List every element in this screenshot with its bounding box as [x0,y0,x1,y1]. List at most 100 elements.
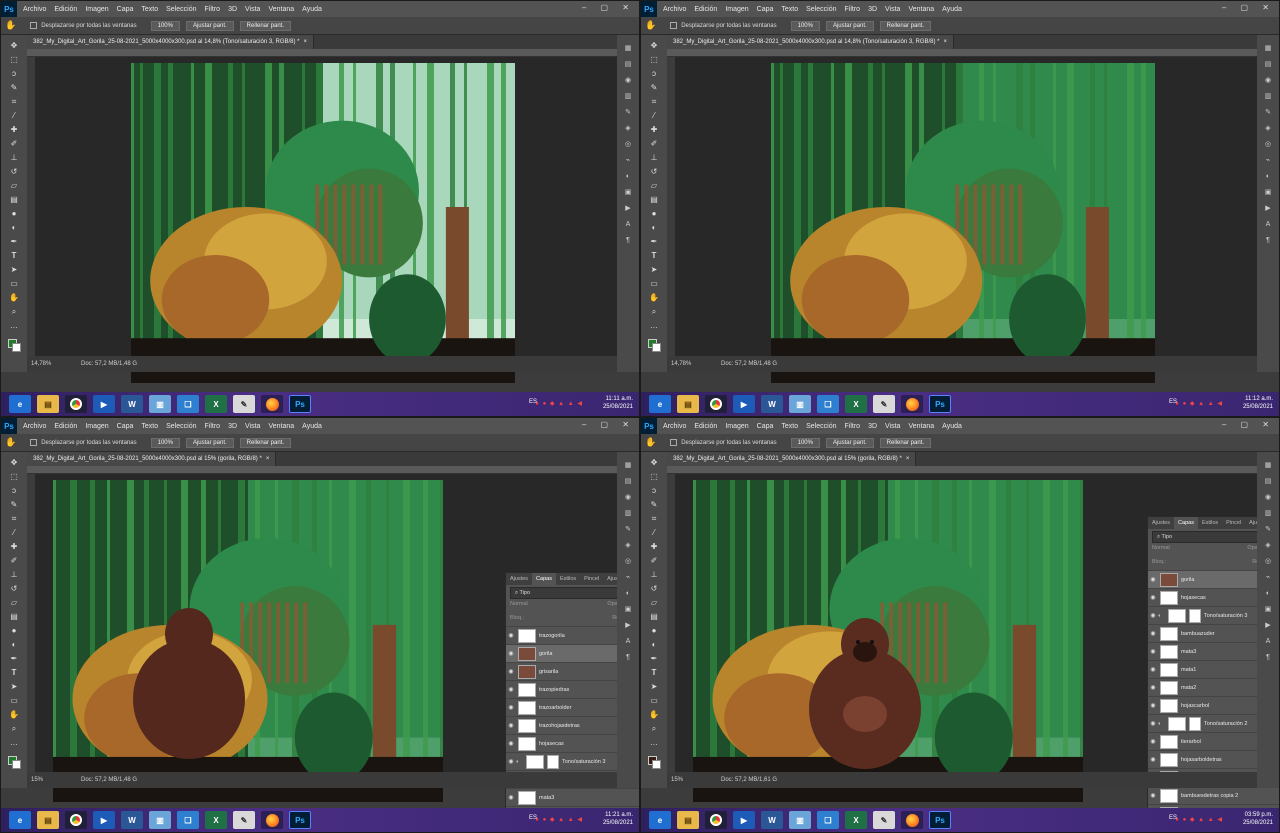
eraser-tool-icon[interactable]: ▱ [8,181,20,191]
window-controls[interactable]: – ▢ ✕ [1222,420,1275,429]
menu-item[interactable]: Capa [757,423,774,430]
menu-item[interactable]: Ventana [908,6,934,13]
gradient-tool-icon[interactable]: ▤ [648,195,660,205]
layer-mask-thumbnail[interactable] [1189,608,1201,623]
lasso-tool-icon[interactable]: ↄ [648,69,660,79]
fill-screen-button[interactable]: Rellenar pant. [879,20,932,31]
zoom-tool-icon[interactable]: ⌕ [648,307,660,317]
menu-item[interactable]: Imagen [725,6,748,13]
zoom-tool-icon[interactable]: ⌕ [8,307,20,317]
zoom-100-button[interactable]: 100% [150,20,180,31]
firefox-icon[interactable] [261,395,283,413]
character-panel-icon[interactable]: A [623,221,633,229]
blur-tool-icon[interactable]: ● [8,626,20,636]
background-color[interactable] [652,760,661,769]
shape-tool-icon[interactable]: ▭ [8,279,20,289]
marquee-tool-icon[interactable]: ⬚ [8,472,20,482]
hand-tool-icon[interactable]: ✋ [645,437,656,448]
visibility-eye-icon[interactable]: ◉ [1148,594,1158,601]
background-color[interactable] [12,760,21,769]
menu-item[interactable]: 3D [228,6,237,13]
close-tab-icon[interactable]: × [944,39,948,45]
menu-item[interactable]: Texto [781,6,798,13]
hand-tool-icon[interactable]: ✋ [5,437,16,448]
scroll-all-checkbox[interactable] [670,22,678,29]
quick-select-tool-icon[interactable]: ✎ [8,83,20,93]
excel-icon[interactable]: X [845,395,867,413]
paint-icon[interactable]: ✎ [233,395,255,413]
zoom-tool-icon[interactable]: ⌕ [648,724,660,734]
tab-ajustes[interactable]: Ajustes [1148,517,1174,529]
shape-tool-icon[interactable]: ▭ [648,696,660,706]
book-icon[interactable]: ❑ [817,811,839,829]
visibility-eye-icon[interactable]: ◉ [506,794,516,801]
firefox-icon[interactable] [261,811,283,829]
file-explorer-icon[interactable]: ▤ [37,395,59,413]
document-canvas[interactable] [771,63,1155,383]
move-tool-icon[interactable]: ✥ [648,41,660,51]
tab-capas[interactable]: Capas [1174,517,1198,529]
canvas-workspace[interactable]: AjustesCapasEstilosPincelAjustes p⌕ Tipo… [675,474,1279,832]
path-select-icon[interactable]: ➤ [648,265,660,275]
eyedropper-tool-icon[interactable]: ⁄ [648,528,660,538]
history-brush-icon[interactable]: ↺ [648,167,660,177]
excel-icon[interactable]: X [205,395,227,413]
zoom-100-button[interactable]: 100% [790,437,820,448]
visibility-eye-icon[interactable]: ◉ [506,704,516,711]
eyedropper-tool-icon[interactable]: ⁄ [8,111,20,121]
visibility-eye-icon[interactable]: ◉ [506,668,516,675]
fit-screen-button[interactable]: Ajustar pant. [185,437,234,448]
properties-panel-icon[interactable]: ▤ [623,61,633,69]
quick-select-tool-icon[interactable]: ✎ [648,83,660,93]
paths-panel-icon[interactable]: ⌁ [1263,574,1273,582]
paint-icon[interactable]: ✎ [233,811,255,829]
dodge-tool-icon[interactable]: ◐ [8,640,20,650]
history-brush-icon[interactable]: ↺ [8,584,20,594]
gradient-tool-icon[interactable]: ▤ [8,612,20,622]
brush-panel-icon[interactable]: ✎ [1263,526,1273,534]
paint-icon[interactable]: ✎ [873,395,895,413]
layers-panel-icon[interactable]: ◈ [623,542,633,550]
menu-item[interactable]: Archivo [23,423,46,430]
visibility-eye-icon[interactable]: ◉ [1148,702,1158,709]
paragraph-panel-icon[interactable]: ¶ [623,654,633,662]
menu-item[interactable]: Vista [885,423,900,430]
healing-tool-icon[interactable]: ✚ [8,542,20,552]
visibility-eye-icon[interactable]: ◉ [506,758,516,765]
menu-item[interactable]: Filtro [205,423,221,430]
window-controls[interactable]: – ▢ ✕ [582,3,635,12]
adjustments-panel-icon[interactable]: ◐ [623,173,633,181]
stamp-tool-icon[interactable]: ⊥ [648,570,660,580]
brush-panel-icon[interactable]: ✎ [623,526,633,534]
photoshop-taskbar-icon[interactable]: Ps [929,811,951,829]
word-icon[interactable]: W [121,811,143,829]
brush-tool-icon[interactable]: ✐ [648,139,660,149]
zoom-level[interactable]: 15% [31,777,61,783]
canvas-workspace[interactable] [675,57,1257,383]
swatches-panel-icon[interactable]: ▥ [1263,510,1273,518]
paragraph-panel-icon[interactable]: ¶ [623,237,633,245]
tab-pincel[interactable]: Pincel [580,573,603,585]
notepad-icon[interactable]: ▥ [149,395,171,413]
clock[interactable]: 11:21 a.m. 25/08/2021 [603,811,633,827]
zoom-100-button[interactable]: 100% [150,437,180,448]
crop-tool-icon[interactable]: ⌗ [648,514,660,524]
menu-item[interactable]: Texto [141,423,158,430]
eyedropper-tool-icon[interactable]: ⁄ [8,528,20,538]
book-icon[interactable]: ❑ [177,811,199,829]
type-tool-icon[interactable]: T [648,251,660,261]
healing-tool-icon[interactable]: ✚ [8,125,20,135]
document-tab[interactable]: 382_My_Digital_Art_Gorila_25-08-2021_500… [667,35,955,49]
layer-mask-thumbnail[interactable] [1189,716,1201,731]
photoshop-taskbar-icon[interactable]: Ps [289,395,311,413]
menu-item[interactable]: Ayuda [302,6,322,13]
properties-panel-icon[interactable]: ▤ [1263,478,1273,486]
menu-item[interactable]: Edición [694,423,717,430]
menu-item[interactable]: Filtro [845,6,861,13]
move-tool-icon[interactable]: ✥ [8,458,20,468]
menu-item[interactable]: Imagen [85,423,108,430]
blur-tool-icon[interactable]: ● [8,209,20,219]
background-color[interactable] [12,343,21,352]
visibility-eye-icon[interactable]: ◉ [1148,684,1158,691]
clock[interactable]: 11:12 a.m. 25/08/2021 [1243,395,1273,411]
